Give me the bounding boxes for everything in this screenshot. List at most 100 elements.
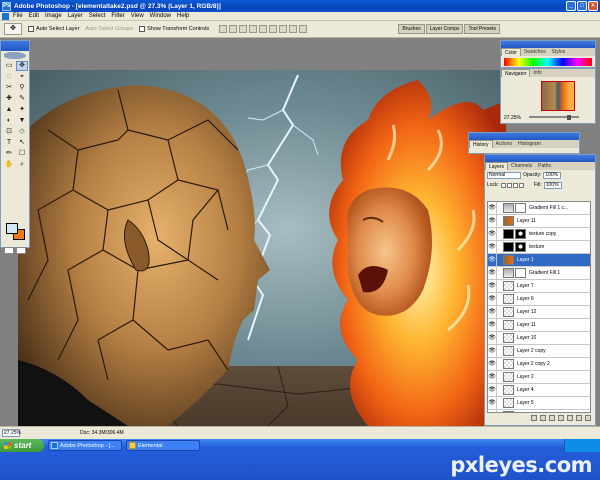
minimize-button[interactable]: _	[566, 1, 576, 11]
layer-thumbnail[interactable]	[503, 372, 514, 382]
magic-wand-tool-icon[interactable]: ⌖	[16, 72, 28, 82]
type-tool-icon[interactable]: T	[3, 138, 15, 148]
foreground-color-swatch[interactable]	[6, 223, 18, 234]
layer-row[interactable]: 👁 Gradient Fill 1	[488, 266, 590, 280]
distribute-middle-icon[interactable]	[289, 25, 298, 33]
tab-histogram[interactable]: Histogram	[515, 140, 544, 148]
layer-thumbnail[interactable]	[503, 385, 514, 395]
dodge-tool-icon[interactable]: ◇	[16, 127, 28, 137]
slice-tool-icon[interactable]: ⚲	[16, 83, 28, 93]
maximize-button[interactable]: □	[577, 1, 587, 11]
well-tab-brushes[interactable]: Brushes	[398, 24, 425, 34]
align-left-icon[interactable]	[249, 25, 258, 33]
align-top-icon[interactable]	[219, 25, 228, 33]
lock-all-icon[interactable]	[518, 182, 524, 188]
layer-mask-thumbnail[interactable]	[515, 229, 526, 239]
path-selection-tool-icon[interactable]: ↖	[16, 138, 28, 148]
standard-mode-icon[interactable]	[4, 247, 14, 254]
lasso-tool-icon[interactable]: ◌	[3, 72, 15, 82]
visibility-eye-icon[interactable]: 👁	[488, 279, 497, 293]
hand-tool-icon[interactable]: ✋	[3, 160, 15, 170]
tab-actions[interactable]: Actions	[493, 140, 515, 148]
layer-row[interactable]: 👁 Gradient Fill 1 c...	[488, 202, 590, 215]
align-middle-icon[interactable]	[229, 25, 238, 33]
visibility-eye-icon[interactable]: 👁	[488, 214, 497, 228]
layer-thumbnail[interactable]	[503, 346, 514, 356]
layer-thumbnail[interactable]	[503, 281, 514, 291]
menu-file[interactable]: File	[13, 13, 23, 19]
new-layer-icon[interactable]	[576, 415, 582, 421]
tab-navigator[interactable]: Navigator	[501, 69, 531, 77]
layer-thumbnail[interactable]	[503, 359, 514, 369]
layer-thumbnail[interactable]	[503, 242, 514, 252]
toolbox-header[interactable]	[1, 41, 29, 51]
well-tab-layer-comps[interactable]: Layer Comps	[425, 24, 464, 34]
visibility-eye-icon[interactable]: 👁	[488, 331, 497, 345]
layer-thumbnail[interactable]	[503, 333, 514, 343]
visibility-eye-icon[interactable]: 👁	[488, 383, 497, 397]
healing-brush-tool-icon[interactable]: ✚	[3, 94, 15, 104]
visibility-eye-icon[interactable]: 👁	[488, 305, 497, 319]
move-tool-icon[interactable]: ✥	[16, 61, 28, 71]
brush-tool-icon[interactable]: ✎	[16, 94, 28, 104]
history-brush-tool-icon[interactable]: ✦	[16, 105, 28, 115]
history-panel-header[interactable]	[469, 133, 579, 140]
tab-swatches[interactable]: Swatches	[521, 48, 549, 56]
well-tab-tool-presets[interactable]: Tool Presets	[464, 24, 500, 34]
layer-style-icon[interactable]	[540, 415, 546, 421]
visibility-eye-icon[interactable]: 👁	[488, 240, 497, 254]
visibility-eye-icon[interactable]: 👁	[488, 344, 497, 358]
adobe-feather-icon[interactable]	[4, 52, 26, 59]
new-group-icon[interactable]	[558, 415, 564, 421]
move-tool-preset-icon[interactable]: ✥	[4, 23, 22, 35]
delete-layer-icon[interactable]	[585, 415, 591, 421]
document-icon[interactable]	[2, 12, 9, 20]
layer-row[interactable]: 👁 Layer 7	[488, 279, 590, 293]
zoom-slider-handle[interactable]	[567, 115, 571, 120]
visibility-eye-icon[interactable]: 👁	[488, 227, 497, 241]
layer-row[interactable]: 👁 Layer 12	[488, 305, 590, 319]
tab-channels[interactable]: Channels	[508, 162, 535, 170]
menu-edit[interactable]: Edit	[29, 13, 39, 19]
crop-tool-icon[interactable]: ✂	[3, 83, 15, 93]
lock-pixels-icon[interactable]	[506, 182, 512, 188]
menu-help[interactable]: Help	[177, 13, 189, 19]
color-panel-header[interactable]	[501, 41, 595, 48]
tab-color[interactable]: Color	[501, 48, 521, 56]
visibility-eye-icon[interactable]: 👁	[488, 396, 497, 410]
align-center-icon[interactable]	[259, 25, 268, 33]
link-layers-icon[interactable]	[531, 415, 537, 421]
layer-thumbnail[interactable]	[503, 398, 514, 408]
layers-panel-header[interactable]	[485, 155, 595, 162]
gradient-tool-icon[interactable]: ▼	[16, 116, 28, 126]
menu-filter[interactable]: Filter	[111, 13, 124, 19]
lock-position-icon[interactable]	[512, 182, 518, 188]
layer-list[interactable]: 👁 Gradient Fill 1 c... 👁 Layer 11 👁 texture c…	[487, 201, 591, 413]
marquee-tool-icon[interactable]: ▭	[3, 61, 15, 71]
align-right-icon[interactable]	[269, 25, 278, 33]
lock-transparency-icon[interactable]	[500, 182, 506, 188]
layer-row[interactable]: 👁 texture	[488, 240, 590, 254]
add-mask-icon[interactable]	[549, 415, 555, 421]
layer-mask-thumbnail[interactable]	[515, 242, 526, 252]
visibility-eye-icon[interactable]: 👁	[488, 253, 497, 267]
blend-mode-select[interactable]: Normal	[487, 171, 521, 179]
layer-thumbnail[interactable]	[503, 307, 514, 317]
layer-row[interactable]: 👁 Layer 11	[488, 318, 590, 332]
align-bottom-icon[interactable]	[239, 25, 248, 33]
navigator-zoom-value[interactable]: 27.25%	[504, 115, 521, 121]
navigator-thumbnail[interactable]	[541, 81, 575, 111]
color-spectrum-bar[interactable]	[504, 58, 592, 66]
start-button[interactable]: start	[0, 439, 44, 452]
eraser-tool-icon[interactable]: ◐	[3, 116, 15, 126]
fill-field[interactable]: 100%	[543, 181, 562, 189]
menu-image[interactable]: Image	[45, 13, 62, 19]
visibility-eye-icon[interactable]: 👁	[488, 370, 497, 384]
visibility-eye-icon[interactable]: 👁	[488, 357, 497, 371]
visibility-eye-icon[interactable]: 👁	[488, 266, 497, 280]
tab-layers[interactable]: Layers	[485, 162, 509, 170]
layer-thumbnail[interactable]	[503, 268, 514, 278]
opacity-field[interactable]: 100%	[543, 171, 562, 179]
visibility-eye-icon[interactable]: 👁	[488, 292, 497, 306]
tab-info[interactable]: Info	[530, 69, 544, 77]
